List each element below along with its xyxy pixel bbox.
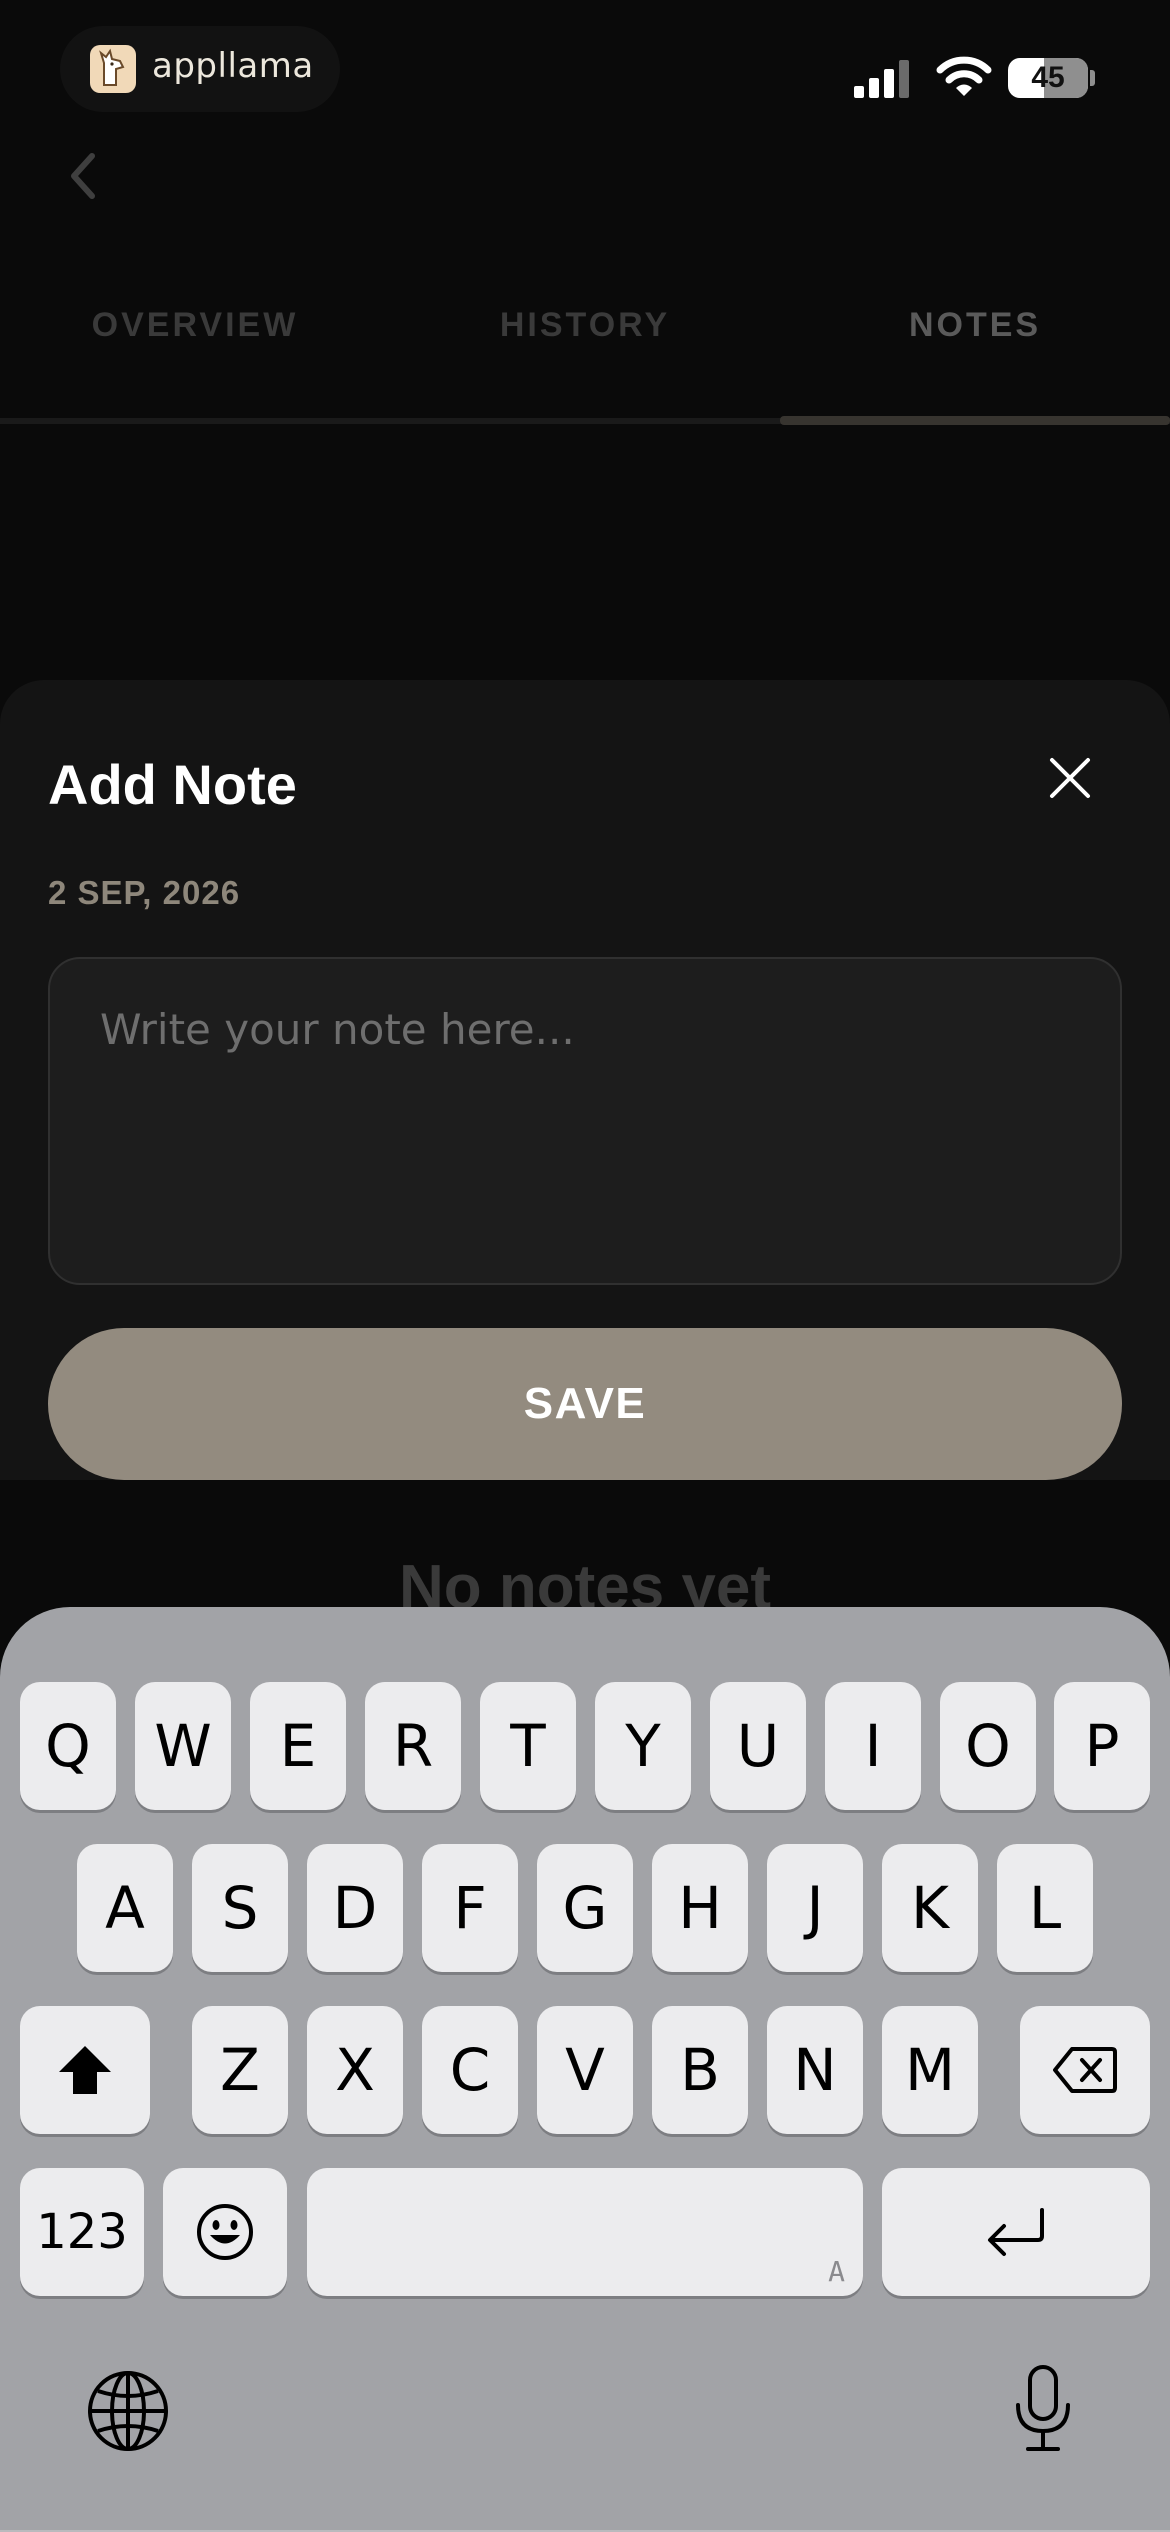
key-n[interactable]: N xyxy=(767,2006,863,2134)
shift-key[interactable] xyxy=(20,2006,150,2134)
globe-icon xyxy=(88,2371,168,2451)
key-f[interactable]: F xyxy=(422,1844,518,1972)
key-b[interactable]: B xyxy=(652,2006,748,2134)
numbers-key[interactable]: 123 xyxy=(20,2168,144,2296)
key-e[interactable]: E xyxy=(250,1682,346,1810)
space-key[interactable]: A xyxy=(307,2168,863,2296)
key-u[interactable]: U xyxy=(710,1682,806,1810)
key-z[interactable]: Z xyxy=(192,2006,288,2134)
add-note-sheet: Add Note 2 SEP, 2026 SAVE xyxy=(0,680,1170,1480)
key-y[interactable]: Y xyxy=(595,1682,691,1810)
shift-icon xyxy=(59,2046,111,2094)
key-q[interactable]: Q xyxy=(20,1682,116,1810)
battery-icon: 45 xyxy=(1008,58,1088,98)
battery-level: 45 xyxy=(1031,61,1065,94)
tab-bar: OVERVIEW HISTORY NOTES xyxy=(0,290,1170,370)
return-key[interactable] xyxy=(882,2168,1150,2296)
key-x[interactable]: X xyxy=(307,2006,403,2134)
key-o[interactable]: O xyxy=(940,1682,1036,1810)
key-w[interactable]: W xyxy=(135,1682,231,1810)
signal-icon xyxy=(854,60,909,98)
chevron-left-icon xyxy=(71,153,95,199)
tab-overview[interactable]: OVERVIEW xyxy=(0,290,390,370)
key-a[interactable]: A xyxy=(77,1844,173,1972)
key-r[interactable]: R xyxy=(365,1682,461,1810)
backspace-icon xyxy=(1053,2047,1117,2093)
globe-button[interactable] xyxy=(86,2369,170,2453)
tab-notes[interactable]: NOTES xyxy=(780,290,1170,370)
status-bar: appllama 45 xyxy=(0,0,1170,140)
key-c[interactable]: C xyxy=(422,2006,518,2134)
llama-logo-icon xyxy=(90,45,136,93)
key-s[interactable]: S xyxy=(192,1844,288,1972)
key-k[interactable]: K xyxy=(882,1844,978,1972)
tab-active-indicator xyxy=(780,416,1170,425)
microphone-icon xyxy=(1016,2365,1070,2451)
close-icon xyxy=(1050,758,1090,798)
keyboard: Q W E R T Y U I O P A S D F G H J K L Z … xyxy=(0,1607,1170,2532)
note-input[interactable] xyxy=(48,957,1122,1285)
key-l[interactable]: L xyxy=(997,1844,1093,1972)
app-name: appllama xyxy=(152,46,314,86)
sheet-title: Add Note xyxy=(48,753,297,816)
key-d[interactable]: D xyxy=(307,1844,403,1972)
key-j[interactable]: J xyxy=(767,1844,863,1972)
key-g[interactable]: G xyxy=(537,1844,633,1972)
close-button[interactable] xyxy=(1040,748,1100,808)
emoji-icon xyxy=(197,2204,253,2260)
key-p[interactable]: P xyxy=(1054,1682,1150,1810)
note-date: 2 SEP, 2026 xyxy=(48,874,241,911)
wifi-icon xyxy=(936,56,992,96)
tab-history[interactable]: HISTORY xyxy=(390,290,780,370)
key-v[interactable]: V xyxy=(537,2006,633,2134)
save-button[interactable]: SAVE xyxy=(48,1328,1122,1480)
key-h[interactable]: H xyxy=(652,1844,748,1972)
key-m[interactable]: M xyxy=(882,2006,978,2134)
space-language-hint: A xyxy=(828,2255,845,2288)
app-badge: appllama xyxy=(60,26,340,112)
delete-key[interactable] xyxy=(1020,2006,1150,2134)
back-button[interactable] xyxy=(60,146,110,206)
return-icon xyxy=(988,2208,1044,2256)
key-t[interactable]: T xyxy=(480,1682,576,1810)
emoji-key[interactable] xyxy=(163,2168,287,2296)
microphone-button[interactable] xyxy=(1008,2363,1078,2453)
key-i[interactable]: I xyxy=(825,1682,921,1810)
